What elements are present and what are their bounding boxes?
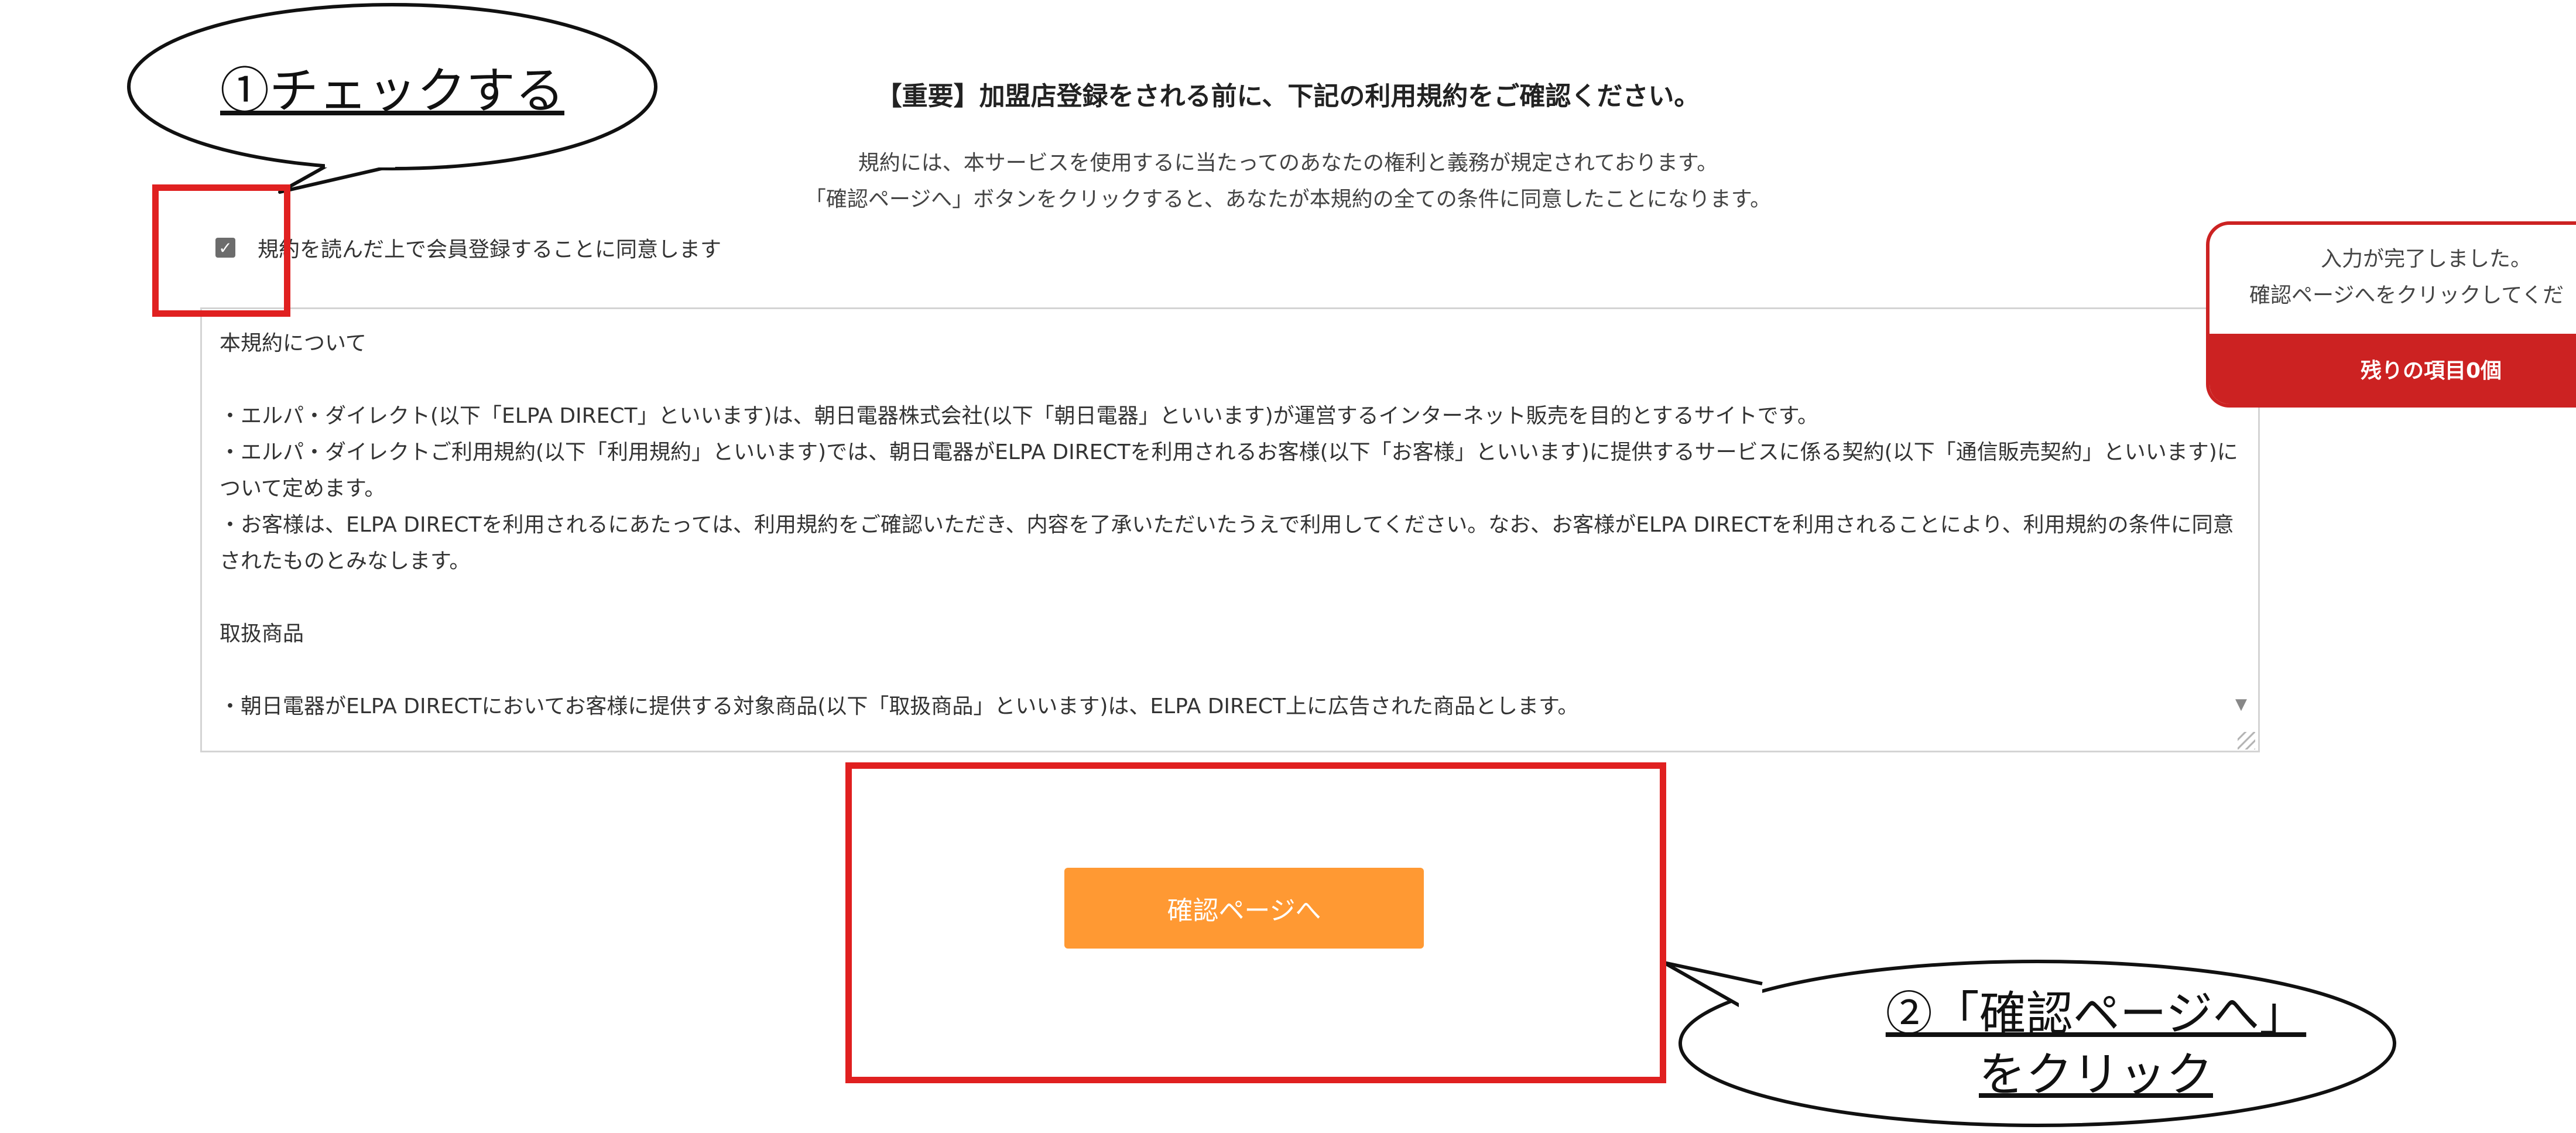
resize-handle-icon[interactable]	[2238, 732, 2255, 749]
toast-message: 入力が完了しました。 確認ページへをクリックしてくだ	[2210, 225, 2576, 314]
terms-paragraph: ・朝日電器がELPA DIRECTにおいてお客様に提供する対象商品(以下「取扱商…	[220, 694, 1579, 718]
toast-line-2: 確認ページへをクリックしてくだ	[2249, 283, 2564, 307]
callout-click-line-2: をクリック	[1979, 1048, 2213, 1102]
agree-checkbox-row[interactable]: ✓ 規約を読んだ上で会員登録することに同意します	[215, 233, 721, 262]
scroll-down-arrow-icon[interactable]: ▼	[2235, 696, 2570, 713]
terms-section-title: 取扱商品	[220, 622, 304, 646]
terms-paragraph: ・エルパ・ダイレクトご利用規約(以下「利用規約」といいます)では、朝日電器がEL…	[220, 440, 2238, 501]
terms-paragraph: ・お客様は、ELPA DIRECTを利用されるにあたっては、利用規約をご確認いた…	[220, 513, 2234, 573]
highlight-rect-button	[845, 762, 1666, 1083]
remaining-items-badge: 残りの項目0個	[2210, 334, 2576, 404]
page-heading: 【重要】加盟店登録をされる前に、下記の利用規約をご確認ください。	[876, 81, 1700, 111]
callout-click-line-1: ②「確認ページへ」	[1885, 987, 2307, 1041]
intro-text: 規約には、本サービスを使用するに当たってのあなたの権利と義務が規定されております…	[0, 145, 2430, 218]
intro-line-2: 「確認ページへ」ボタンをクリックすると、あなたが本規約の全ての条件に同意したこと…	[804, 187, 1772, 211]
completion-toast: 入力が完了しました。 確認ページへをクリックしてくだ 残りの項目0個	[2206, 221, 2576, 408]
toast-line-1: 入力が完了しました。	[2321, 247, 2532, 271]
highlight-rect-checkbox	[152, 184, 290, 317]
terms-paragraph: ・エルパ・ダイレクト(以下「ELPA DIRECT」といいます)は、朝日電器株式…	[220, 404, 1819, 428]
agree-label[interactable]: 規約を読んだ上で会員登録することに同意します	[258, 232, 721, 263]
intro-line-1: 規約には、本サービスを使用するに当たってのあなたの権利と義務が規定されております…	[858, 151, 1718, 175]
terms-textarea[interactable]: 本規約について ・エルパ・ダイレクト(以下「ELPA DIRECT」といいます)…	[200, 307, 2260, 752]
terms-section-title: 本規約について	[220, 331, 366, 355]
callout-click-label: ②「確認ページへ」 をクリック	[1686, 984, 2506, 1105]
